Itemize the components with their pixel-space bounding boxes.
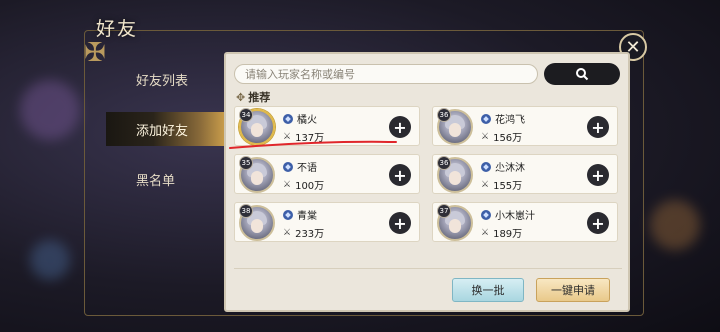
avatar[interactable]: 37 — [437, 204, 473, 241]
plus-icon: + — [393, 117, 407, 137]
plus-icon: + — [591, 213, 605, 233]
friend-nav: 好友列表 添加好友 黑名单 — [106, 50, 224, 312]
search-input[interactable] — [234, 64, 538, 84]
rank-icon — [283, 209, 293, 220]
friend-card: 38 青棠 ⚔ 233万 + — [234, 202, 420, 242]
rank-icon — [481, 209, 491, 220]
avatar[interactable]: 35 — [239, 156, 275, 193]
divider — [234, 268, 622, 269]
level-badge: 38 — [239, 204, 253, 218]
player-name: 橘火 — [297, 115, 317, 126]
refresh-button[interactable]: 换一批 — [452, 278, 524, 302]
plus-icon: + — [393, 213, 407, 233]
add-friend-button[interactable]: + — [587, 212, 609, 234]
plus-icon: + — [393, 165, 407, 185]
power-icon: ⚔ — [481, 131, 490, 142]
friend-card: 37 小木崽汁 ⚔ 189万 + — [432, 202, 618, 242]
apply-all-button[interactable]: 一键申请 — [536, 278, 610, 302]
avatar[interactable]: 36 — [437, 156, 473, 193]
nav-item-label: 好友列表 — [136, 73, 189, 89]
level-badge: 37 — [437, 204, 451, 218]
avatar[interactable]: 36 — [437, 108, 473, 145]
nav-item-label: 黑名单 — [136, 173, 176, 189]
nav-item-add-friend[interactable]: 添加好友 — [106, 112, 224, 146]
power-icon: ⚔ — [283, 179, 292, 190]
rank-icon — [481, 113, 491, 124]
diamond-icon: ✥ — [236, 91, 246, 104]
add-friend-button[interactable]: + — [587, 116, 609, 138]
avatar[interactable]: 34 — [239, 108, 275, 145]
dialog-title: 好友 — [96, 18, 139, 40]
friend-card: 35 不语 ⚔ 100万 + — [234, 154, 420, 194]
power-icon: ⚔ — [481, 179, 490, 190]
level-badge: 36 — [437, 108, 451, 122]
add-friend-panel: ✥推荐 34 橘火 ⚔137万 + 36 花鸿飞 ⚔156万 + 35 不语 ⚔… — [224, 52, 630, 312]
add-friend-button[interactable]: + — [389, 116, 411, 138]
player-power: 189万 — [493, 229, 523, 240]
add-friend-button[interactable]: + — [389, 212, 411, 234]
player-name: 小木崽汁 — [495, 211, 535, 222]
rank-icon — [481, 161, 491, 172]
rank-icon — [283, 113, 293, 124]
recommend-label: ✥ 推荐 — [236, 91, 271, 104]
search-button[interactable] — [544, 63, 620, 85]
avatar[interactable]: 38 — [239, 204, 275, 241]
player-name: 花鸿飞 — [495, 115, 525, 126]
search-icon — [576, 68, 589, 81]
friend-card: 34 橘火 ⚔ 137万 + — [234, 106, 420, 146]
plus-icon: + — [591, 117, 605, 137]
nav-item-friend-list[interactable]: 好友列表 — [106, 62, 224, 96]
player-power: 137万 — [295, 133, 325, 144]
power-icon: ⚔ — [283, 131, 292, 142]
player-name: 尐沐沐 — [495, 163, 525, 174]
add-friend-button[interactable]: + — [389, 164, 411, 186]
friend-card: 36 花鸿飞 ⚔ 156万 + — [432, 106, 618, 146]
rank-icon — [283, 161, 293, 172]
power-icon: ⚔ — [481, 227, 490, 238]
player-name: 不语 — [297, 163, 317, 174]
level-badge: 34 — [239, 108, 253, 122]
player-power: 100万 — [295, 181, 325, 192]
player-power: 233万 — [295, 229, 325, 240]
level-badge: 36 — [437, 156, 451, 170]
add-friend-button[interactable]: + — [587, 164, 609, 186]
player-power: 155万 — [493, 181, 523, 192]
level-badge: 35 — [239, 156, 253, 170]
power-icon: ⚔ — [283, 227, 292, 238]
friend-card: 36 尐沐沐 ⚔ 155万 + — [432, 154, 618, 194]
player-name: 青棠 — [297, 211, 317, 222]
plus-icon: + — [591, 165, 605, 185]
player-power: 156万 — [493, 133, 523, 144]
nav-item-blacklist[interactable]: 黑名单 — [106, 162, 224, 196]
nav-item-label: 添加好友 — [136, 123, 189, 139]
